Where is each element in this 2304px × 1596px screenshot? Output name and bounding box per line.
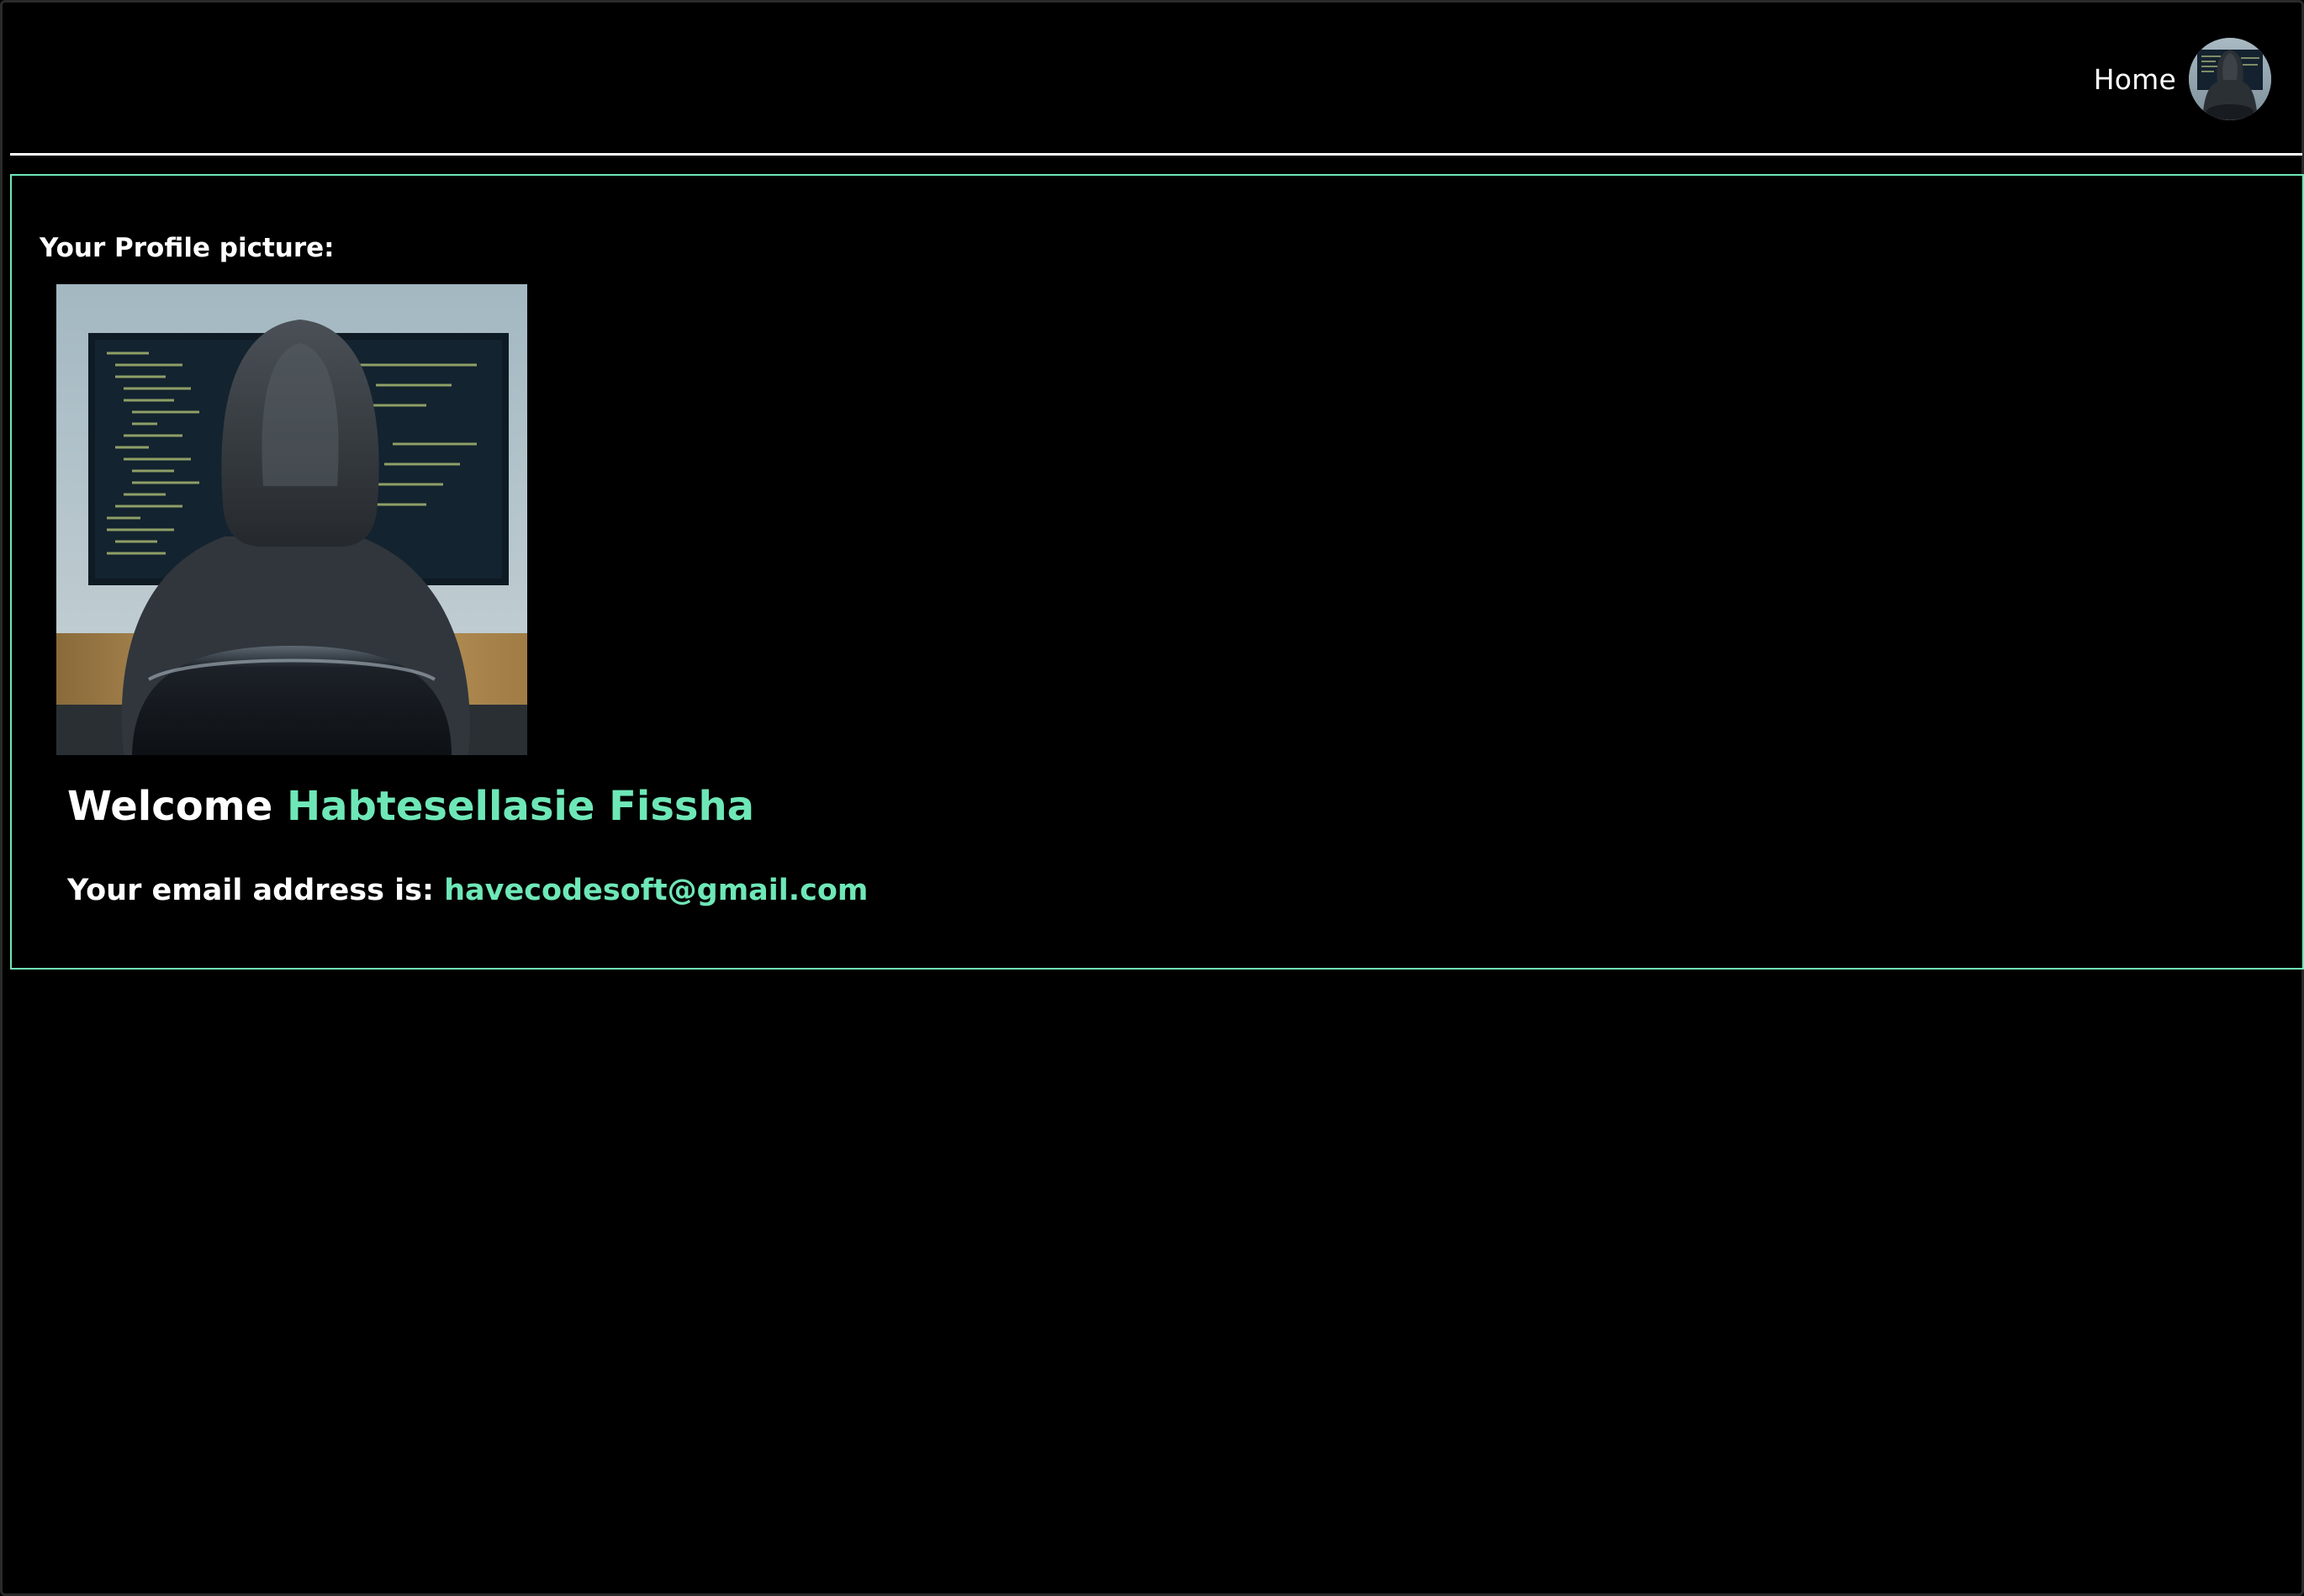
user-name: Habtesellasie Fissha bbox=[286, 783, 755, 830]
profile-picture bbox=[56, 284, 527, 755]
profile-picture-label: Your Profile picture: bbox=[40, 233, 335, 263]
browser-window: Home Your Profile picture: Welcome Habte… bbox=[0, 0, 2304, 1596]
user-avatar-icon[interactable] bbox=[2189, 38, 2271, 120]
email-line: Your email address is: havecodesoft@gmai… bbox=[67, 874, 868, 907]
welcome-prefix: Welcome bbox=[67, 783, 273, 830]
profile-card: Your Profile picture: Welcome Habtesella… bbox=[10, 174, 2304, 970]
user-email: havecodesoft@gmail.com bbox=[444, 874, 869, 907]
nav-home-link[interactable]: Home bbox=[2094, 63, 2176, 96]
welcome-heading: Welcome Habtesellasie Fissha bbox=[67, 783, 754, 830]
email-prefix: Your email address is: bbox=[67, 874, 434, 907]
top-navbar: Home bbox=[10, 3, 2302, 156]
